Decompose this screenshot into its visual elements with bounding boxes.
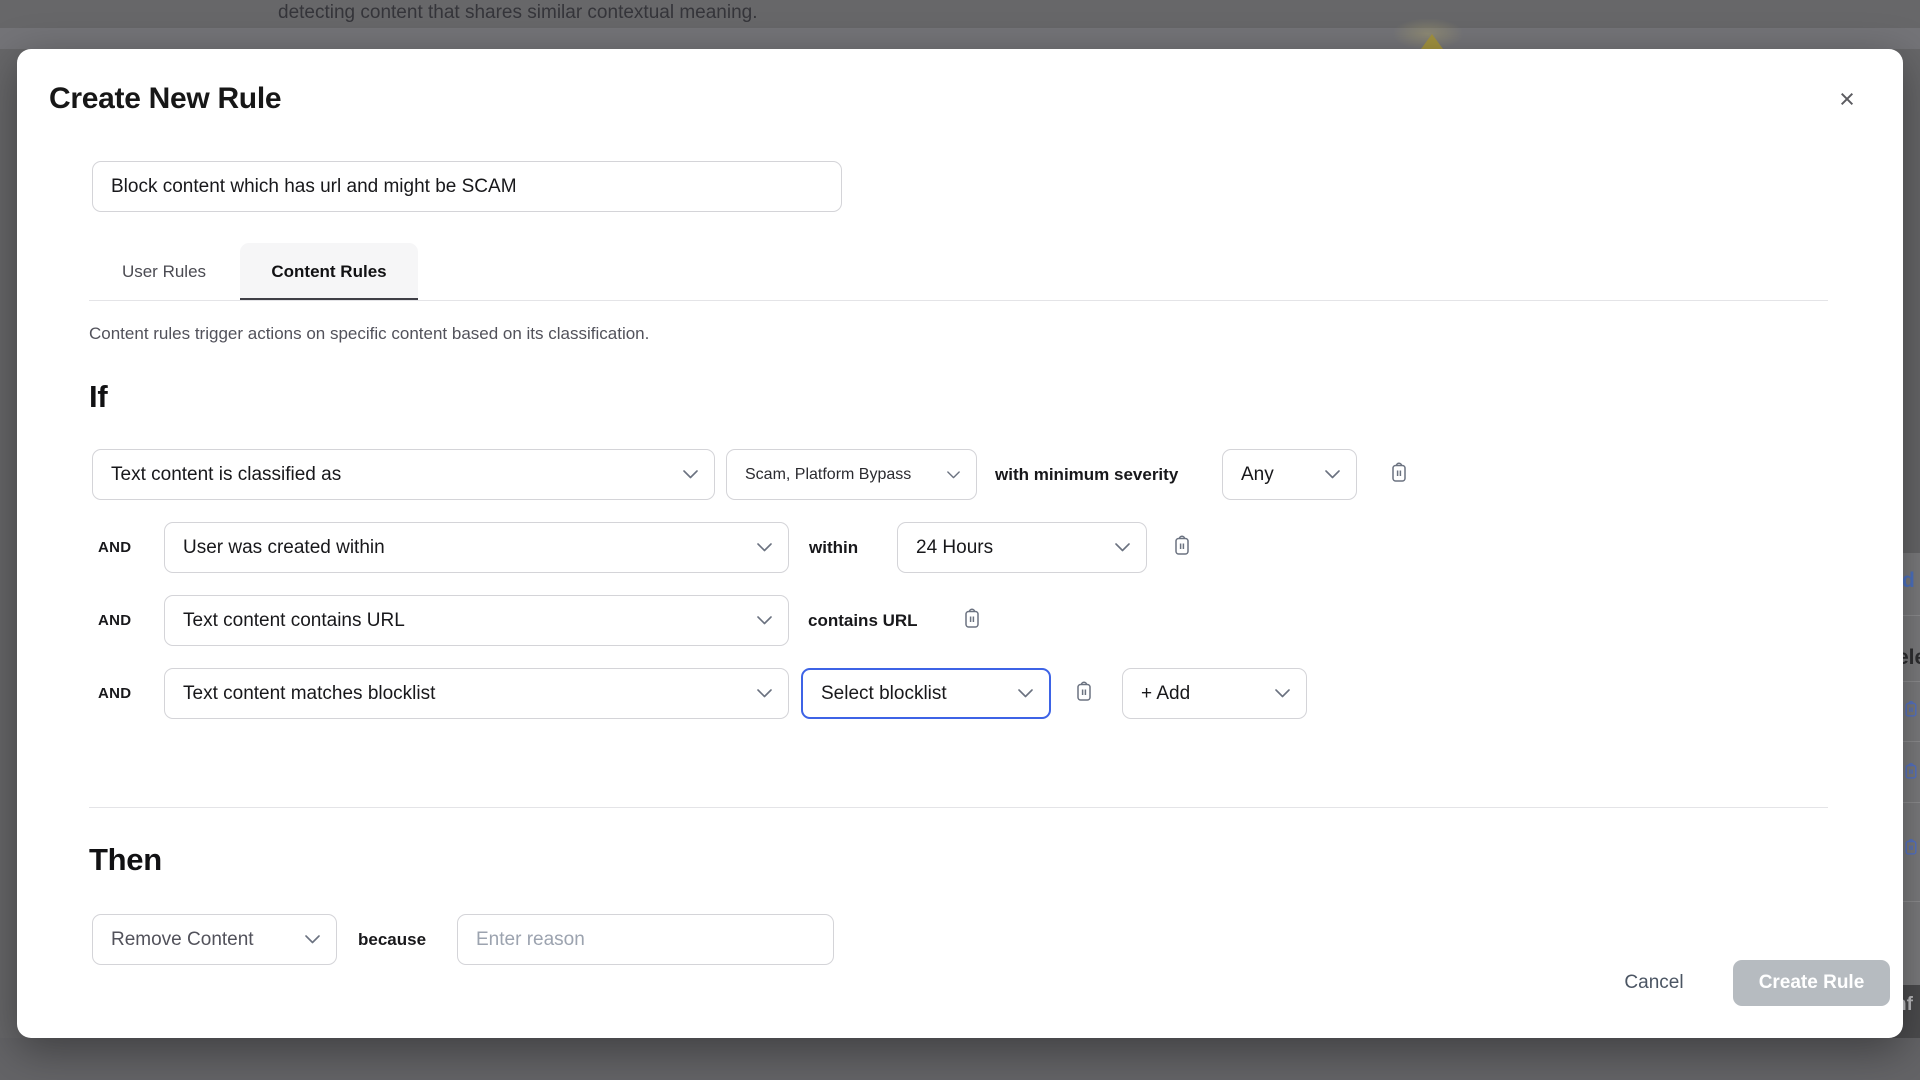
condition-type-select[interactable]: Text content contains URL: [164, 595, 789, 646]
warning-icon: [1421, 34, 1443, 49]
and-operator-label: AND: [98, 668, 131, 719]
if-section-heading: If: [89, 379, 107, 415]
chevron-down-icon: [1018, 689, 1033, 698]
categories-select[interactable]: Scam, Platform Bypass: [726, 449, 977, 500]
backdrop-partial-label: ele: [1900, 646, 1920, 670]
time-window-select[interactable]: 24 Hours: [897, 522, 1147, 573]
delete-condition-button[interactable]: [962, 595, 982, 646]
divider: [1900, 901, 1920, 902]
chevron-down-icon: [757, 689, 772, 698]
blocklist-select[interactable]: Select blocklist: [801, 668, 1051, 719]
tab-label: Content Rules: [271, 262, 386, 282]
because-label: because: [358, 914, 426, 965]
close-icon[interactable]: ×: [1831, 83, 1863, 115]
select-value: Text content is classified as: [111, 464, 341, 486]
contains-url-label: contains URL: [808, 595, 918, 646]
cancel-button[interactable]: Cancel: [1599, 960, 1709, 1006]
trash-icon: [1903, 762, 1919, 786]
rule-name-input[interactable]: [92, 161, 842, 212]
select-value: Text content contains URL: [183, 610, 405, 632]
trash-icon: [962, 608, 982, 633]
severity-label: with minimum severity: [995, 449, 1178, 500]
condition-type-select[interactable]: User was created within: [164, 522, 789, 573]
chevron-down-icon: [1275, 689, 1290, 698]
select-value: Select blocklist: [821, 683, 947, 705]
select-value: 24 Hours: [916, 537, 993, 559]
chevron-down-icon: [947, 471, 960, 479]
trash-icon: [1903, 700, 1919, 724]
trash-icon: [1172, 535, 1192, 560]
condition-row: AND User was created within within 24 Ho…: [17, 522, 1903, 573]
select-value: Scam, Platform Bypass: [745, 466, 911, 484]
tab-user-rules[interactable]: User Rules: [92, 243, 236, 300]
trash-icon: [1389, 462, 1409, 487]
reason-input[interactable]: [457, 914, 834, 965]
and-operator-label: AND: [98, 522, 131, 573]
backdrop-partial-link: d: [1902, 569, 1915, 593]
condition-row: AND Text content matches blocklist Selec…: [17, 668, 1903, 719]
trash-icon: [1903, 838, 1919, 862]
action-select[interactable]: Remove Content: [92, 914, 337, 965]
then-section-heading: Then: [89, 842, 162, 878]
create-rule-button[interactable]: Create Rule: [1733, 960, 1890, 1006]
divider: [1900, 615, 1920, 616]
divider: [1900, 681, 1920, 682]
backdrop-right-edge: d ele: [1900, 553, 1920, 985]
tab-description: Content rules trigger actions on specifi…: [89, 324, 649, 344]
select-value: Text content matches blocklist: [183, 683, 435, 705]
chevron-down-icon: [757, 616, 772, 625]
condition-row: Text content is classified as Scam, Plat…: [17, 449, 1903, 500]
trash-icon: [1074, 681, 1094, 706]
page-title: Create New Rule: [49, 82, 281, 116]
delete-condition-button[interactable]: [1172, 522, 1192, 573]
condition-type-select[interactable]: Text content matches blocklist: [164, 668, 789, 719]
divider: [1900, 741, 1920, 742]
chevron-down-icon: [683, 470, 698, 479]
select-value: + Add: [1141, 683, 1190, 705]
severity-select[interactable]: Any: [1222, 449, 1357, 500]
condition-type-select[interactable]: Text content is classified as: [92, 449, 715, 500]
delete-condition-button[interactable]: [1389, 449, 1409, 500]
divider: [89, 807, 1828, 808]
chevron-down-icon: [1115, 543, 1130, 552]
select-value: Remove Content: [111, 929, 254, 951]
backdrop-partial-text: detecting content that shares similar co…: [278, 0, 758, 28]
add-condition-select[interactable]: + Add: [1122, 668, 1307, 719]
divider: [89, 300, 1828, 301]
select-value: User was created within: [183, 537, 385, 559]
delete-condition-button[interactable]: [1074, 668, 1094, 719]
chevron-down-icon: [757, 543, 772, 552]
tab-label: User Rules: [122, 262, 206, 282]
divider: [1900, 802, 1920, 803]
create-new-rule-modal: Create New Rule × User Rules Content Rul…: [17, 49, 1903, 1038]
backdrop-bottom-strip: [0, 1038, 1920, 1080]
condition-row: AND Text content contains URL contains U…: [17, 595, 1903, 646]
backdrop-page-band: [0, 28, 1920, 49]
and-operator-label: AND: [98, 595, 131, 646]
tab-content-rules[interactable]: Content Rules: [240, 243, 418, 300]
chevron-down-icon: [305, 935, 320, 944]
chevron-down-icon: [1325, 470, 1340, 479]
action-row: Remove Content because: [17, 914, 1903, 965]
within-label: within: [809, 522, 858, 573]
select-value: Any: [1241, 464, 1274, 486]
